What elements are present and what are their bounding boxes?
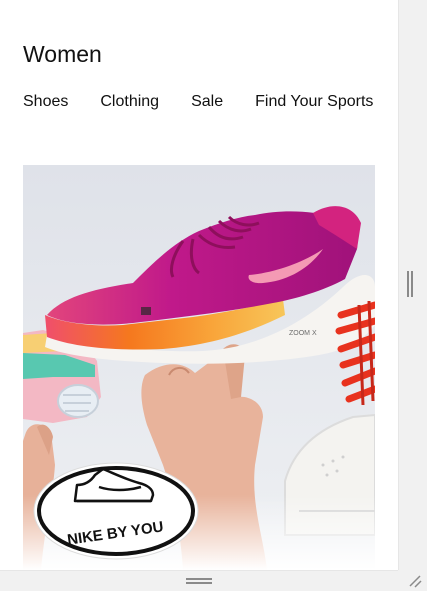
horizontal-scrollbar[interactable] bbox=[0, 570, 398, 591]
category-nav: Shoes Clothing Sale Find Your Sports bbox=[23, 93, 373, 111]
horizontal-scroll-grip-icon[interactable] bbox=[186, 578, 212, 584]
hero-image[interactable]: ZOOM X NIKE BY YOU bbox=[23, 165, 375, 570]
vertical-scroll-grip-icon[interactable] bbox=[407, 271, 413, 297]
page-viewport: Women Shoes Clothing Sale Find Your Spor… bbox=[0, 0, 398, 570]
resize-grip-icon[interactable] bbox=[398, 570, 427, 591]
nav-item-find-your-sports[interactable]: Find Your Sports bbox=[255, 93, 373, 111]
nav-item-clothing[interactable]: Clothing bbox=[100, 93, 159, 111]
vertical-scrollbar[interactable] bbox=[398, 0, 427, 570]
nike-by-you-badge: NIKE BY YOU bbox=[33, 462, 199, 560]
nav-item-sale[interactable]: Sale bbox=[191, 93, 223, 111]
page-title: Women bbox=[23, 41, 102, 67]
zoomx-label: ZOOM X bbox=[289, 330, 317, 337]
resize-handle[interactable] bbox=[398, 570, 427, 591]
nav-item-shoes[interactable]: Shoes bbox=[23, 93, 68, 111]
